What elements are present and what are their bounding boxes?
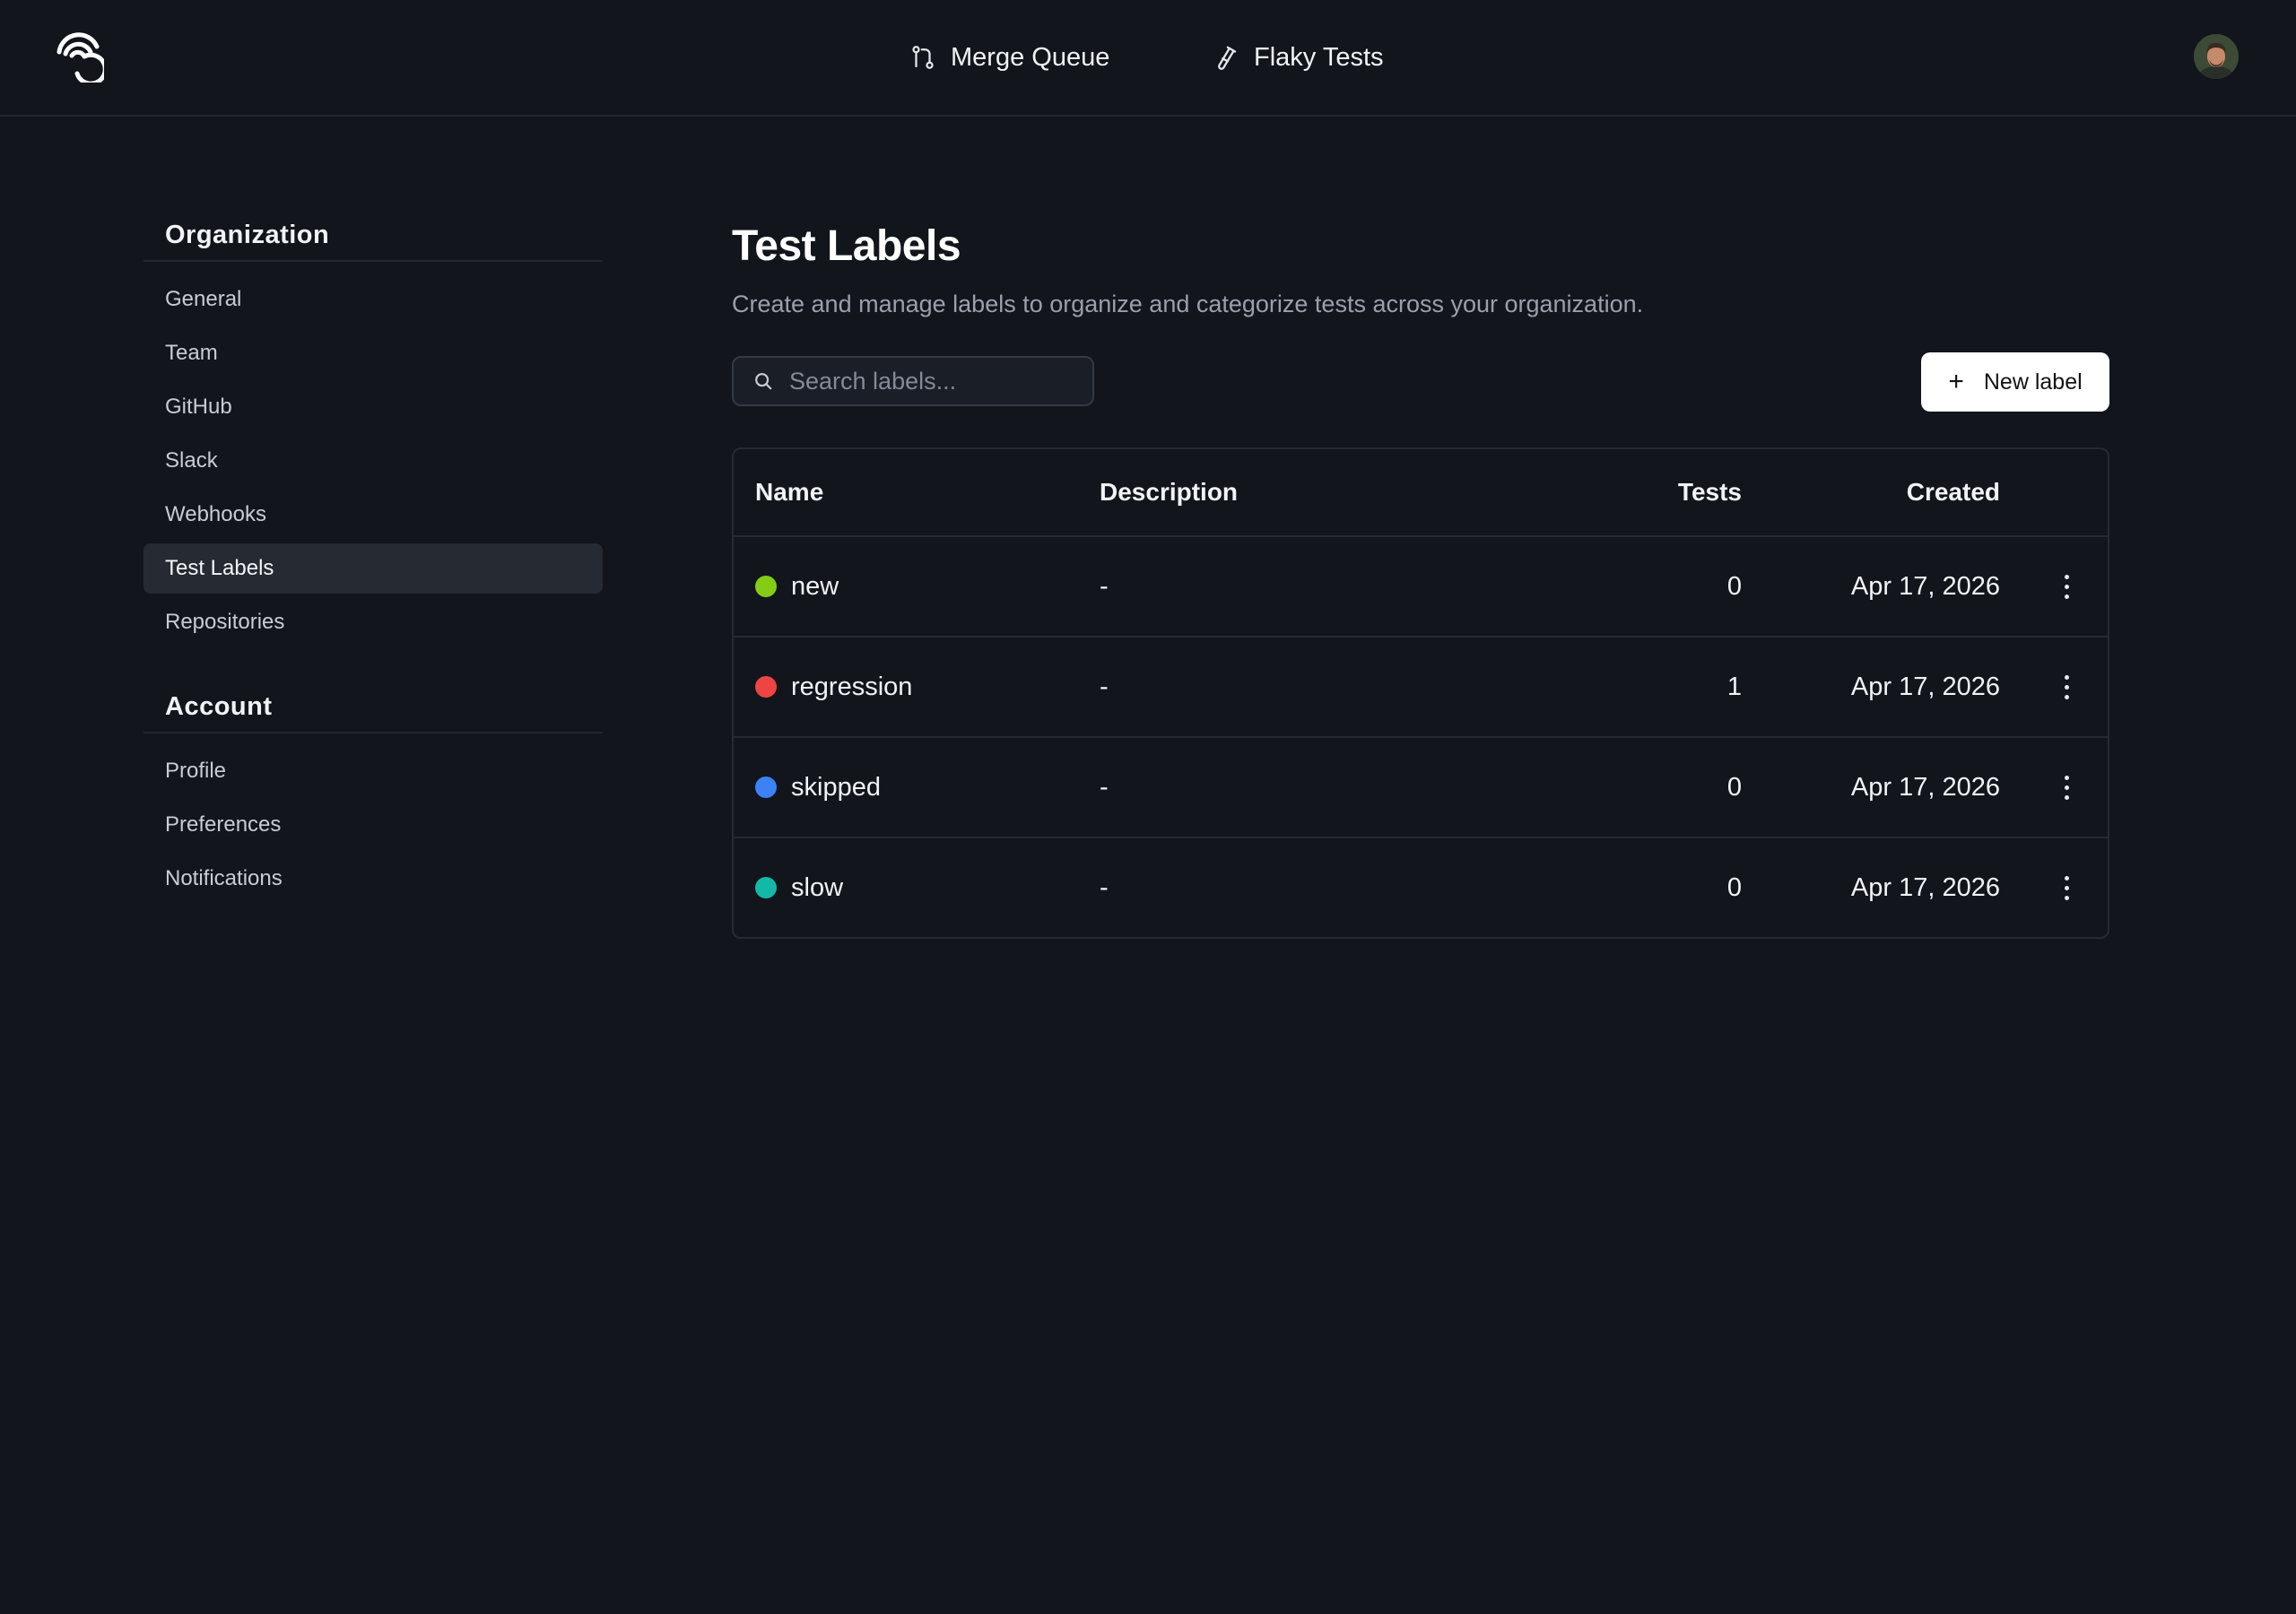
sidebar-item-repositories[interactable]: Repositories xyxy=(144,597,603,647)
table-header-row: Name Description Tests Created xyxy=(734,449,2108,535)
search-input[interactable] xyxy=(789,367,1076,395)
label-description: - xyxy=(1100,872,1109,902)
page-title: Test Labels xyxy=(732,222,961,270)
organization-menu: General Team GitHub Slack Webhooks Test … xyxy=(144,262,603,647)
label-description: - xyxy=(1100,772,1109,802)
label-name-cell: regression xyxy=(755,638,912,736)
user-avatar[interactable] xyxy=(2194,34,2239,79)
search-box[interactable] xyxy=(732,356,1094,406)
sidebar-item-webhooks[interactable]: Webhooks xyxy=(144,490,603,540)
sidebar-item-test-labels[interactable]: Test Labels xyxy=(144,543,603,594)
column-header-created[interactable]: Created xyxy=(1907,449,2000,535)
label-created-date: Apr 17, 2026 xyxy=(1850,872,2000,902)
sidebar-item-preferences[interactable]: Preferences xyxy=(144,800,603,850)
label-name-cell: skipped xyxy=(755,738,881,837)
column-header-name[interactable]: Name xyxy=(755,449,823,535)
sidebar-item-general[interactable]: General xyxy=(144,274,603,325)
label-name-cell: slow xyxy=(755,838,843,937)
page-description: Create and manage labels to organize and… xyxy=(732,291,1644,317)
label-color-dot xyxy=(755,777,777,798)
column-header-tests[interactable]: Tests xyxy=(1678,449,1742,535)
label-description: - xyxy=(1100,571,1109,601)
table-row[interactable]: slow - 0 Apr 17, 2026 xyxy=(734,837,2108,937)
label-tests-count: 0 xyxy=(1726,872,1742,902)
table-row[interactable]: skipped - 0 Apr 17, 2026 xyxy=(734,736,2108,837)
label-description: - xyxy=(1100,672,1109,701)
test-tube-icon xyxy=(1218,46,1237,70)
label-created-date: Apr 17, 2026 xyxy=(1850,672,2000,701)
label-tests-count: 0 xyxy=(1726,571,1742,601)
nav-flaky-tests[interactable]: Flaky Tests xyxy=(1213,36,1384,79)
label-name[interactable]: skipped xyxy=(791,773,881,803)
label-created-date: Apr 17, 2026 xyxy=(1850,772,2000,802)
label-created-date: Apr 17, 2026 xyxy=(1850,571,2000,601)
label-color-dot xyxy=(755,877,777,898)
search-icon xyxy=(755,373,772,390)
label-tests-count: 1 xyxy=(1726,672,1742,701)
account-section-title: Account xyxy=(144,687,603,733)
label-name[interactable]: new xyxy=(791,572,839,602)
label-tests-count: 0 xyxy=(1726,772,1742,802)
top-navigation: Merge Queue Flaky Tests xyxy=(0,0,2296,115)
table-row[interactable]: new - 0 Apr 17, 2026 xyxy=(734,535,2108,636)
more-vertical-icon[interactable] xyxy=(2056,638,2077,736)
plus-icon: + xyxy=(1948,367,1964,396)
nav-flaky-tests-label: Flaky Tests xyxy=(1254,42,1384,72)
label-color-dot xyxy=(755,676,777,698)
sidebar-item-profile[interactable]: Profile xyxy=(144,746,603,796)
labels-toolbar: + New label xyxy=(732,352,2109,413)
label-name-cell: new xyxy=(755,537,839,636)
label-color-dot xyxy=(755,576,777,597)
table-row[interactable]: regression - 1 Apr 17, 2026 xyxy=(734,636,2108,736)
label-name[interactable]: regression xyxy=(791,672,912,702)
main-content: Test Labels Create and manage labels to … xyxy=(732,215,2109,939)
nav-merge-queue-label: Merge Queue xyxy=(951,42,1110,72)
more-vertical-icon[interactable] xyxy=(2056,537,2077,636)
organization-section-title: Organization xyxy=(144,215,603,262)
nav-merge-queue[interactable]: Merge Queue xyxy=(909,36,1109,79)
column-header-description[interactable]: Description xyxy=(1100,449,1238,535)
more-vertical-icon[interactable] xyxy=(2056,838,2077,937)
git-merge-icon xyxy=(912,46,934,69)
new-label-button[interactable]: + New label xyxy=(1921,352,2109,412)
sidebar-item-github[interactable]: GitHub xyxy=(144,382,603,432)
account-menu: Profile Preferences Notifications xyxy=(144,733,603,904)
label-name[interactable]: slow xyxy=(791,873,843,903)
new-label-button-label: New label xyxy=(1983,369,2083,395)
sidebar-item-team[interactable]: Team xyxy=(144,328,603,378)
sidebar-item-slack[interactable]: Slack xyxy=(144,436,603,486)
sidebar-item-notifications[interactable]: Notifications xyxy=(144,854,603,904)
top-bar: Merge Queue Flaky Tests xyxy=(0,0,2296,117)
more-vertical-icon[interactable] xyxy=(2056,738,2077,837)
labels-table: Name Description Tests Created new - 0 A… xyxy=(732,447,2109,939)
settings-sidebar: Organization General Team GitHub Slack W… xyxy=(144,215,603,907)
